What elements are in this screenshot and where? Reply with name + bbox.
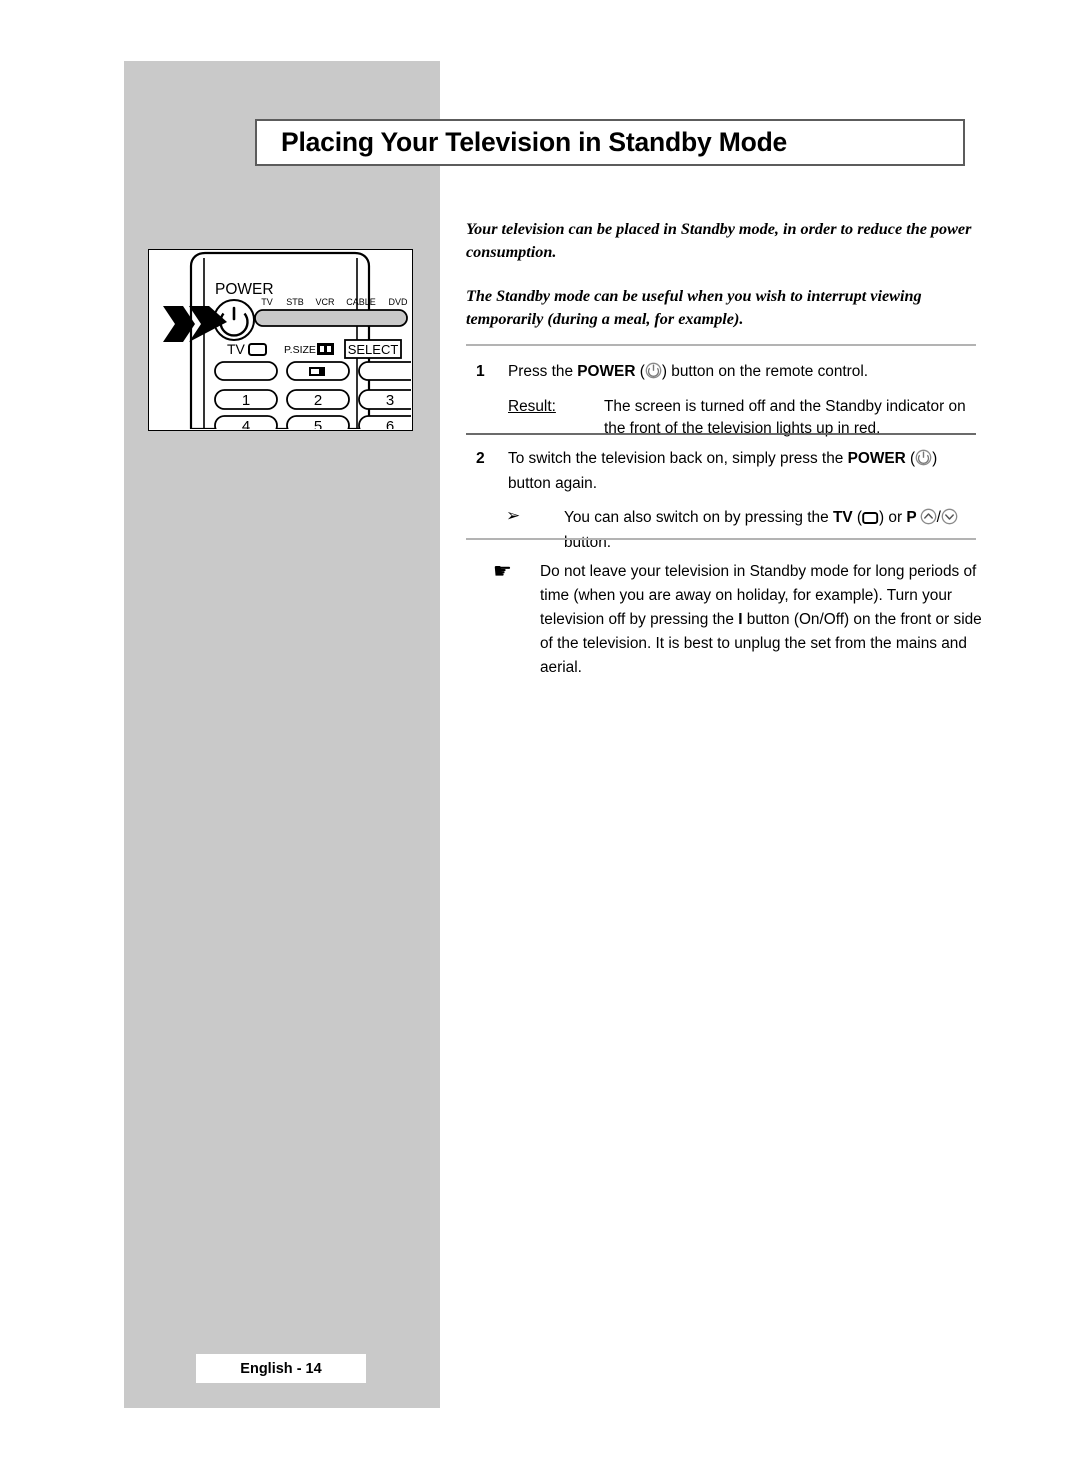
step-1-bold-term: POWER bbox=[577, 363, 636, 380]
page-footer: English - 14 bbox=[196, 1354, 366, 1383]
svg-text:STB: STB bbox=[286, 297, 304, 307]
step-1-result-label: Result: bbox=[508, 397, 556, 415]
intro-text: Your television can be placed in Standby… bbox=[466, 218, 976, 332]
divider-above-step-2 bbox=[466, 433, 976, 435]
step-1: 1 Press the POWER ( ) button on the remot… bbox=[466, 361, 978, 440]
step-1-text-after: ) button on the remote control. bbox=[661, 363, 869, 380]
step-1-paren-open: ( bbox=[635, 363, 645, 380]
step-2-bold-term: POWER bbox=[847, 450, 906, 467]
channel-down-icon bbox=[941, 508, 958, 532]
divider-above-step-1 bbox=[466, 344, 976, 346]
tv-icon bbox=[862, 510, 879, 532]
svg-text:5: 5 bbox=[314, 418, 322, 429]
step-2-sub-marker: ➢ bbox=[506, 505, 521, 525]
divider-above-note bbox=[466, 538, 976, 540]
power-icon bbox=[915, 449, 932, 473]
step-2-sub-text-2: ) or bbox=[879, 508, 907, 526]
intro-paragraph-1: Your television can be placed in Standby… bbox=[466, 220, 972, 262]
pointing-hand-icon: ☛ bbox=[493, 560, 512, 583]
step-2-sub-paren-open: ( bbox=[852, 508, 863, 526]
svg-text:3: 3 bbox=[386, 392, 394, 409]
step-2-sub-text: You can also switch on by pressing the T… bbox=[564, 507, 978, 554]
intro-paragraph-2: The Standby mode can be useful when you … bbox=[466, 286, 922, 329]
svg-text:4: 4 bbox=[242, 418, 250, 429]
step-2-sub-text-1: You can also switch on by pressing the bbox=[564, 508, 833, 526]
page-title: Placing Your Television in Standby Mode bbox=[281, 127, 788, 157]
step-1-text-before: Press the bbox=[508, 363, 578, 380]
svg-text:2: 2 bbox=[314, 392, 322, 409]
power-icon bbox=[645, 362, 662, 386]
remote-tv-icon bbox=[248, 343, 267, 356]
step-2-sub-text-3: button. bbox=[564, 533, 612, 551]
svg-text:CABLE: CABLE bbox=[346, 297, 376, 307]
svg-text:VCR: VCR bbox=[315, 297, 335, 307]
step-2-sub-bold-1: TV bbox=[832, 508, 853, 526]
step-2-sub-bold-2: P bbox=[906, 508, 917, 526]
remote-psize-button-icon bbox=[309, 367, 325, 376]
note-block: ☛ Do not leave your television in Standb… bbox=[493, 560, 983, 679]
step-1-text: Press the POWER ( ) button on the remote … bbox=[508, 361, 978, 386]
svg-text:6: 6 bbox=[386, 418, 394, 429]
remote-psize-label: P.SIZE bbox=[284, 344, 316, 356]
step-1-number: 1 bbox=[476, 363, 485, 380]
step-2-text-before: To switch the television back on, simply… bbox=[508, 450, 848, 467]
step-2-paren-open: ( bbox=[905, 450, 916, 467]
svg-text:TV: TV bbox=[261, 297, 273, 307]
remote-control-illustration: POWER TV STB VCR CABLE DVD TV P.SIZE SEL… bbox=[148, 249, 413, 431]
remote-tv-label: TV bbox=[227, 341, 246, 357]
svg-text:1: 1 bbox=[242, 392, 250, 409]
remote-select-label: SELECT bbox=[348, 342, 399, 357]
remote-power-label: POWER bbox=[215, 281, 274, 298]
note-text: Do not leave your television in Standby … bbox=[540, 560, 983, 679]
channel-up-icon bbox=[920, 508, 937, 532]
step-2-number: 2 bbox=[476, 450, 485, 467]
page-title-box: Placing Your Television in Standby Mode bbox=[255, 119, 965, 166]
remote-psize-icon bbox=[317, 343, 334, 355]
step-2-text: To switch the television back on, simply… bbox=[508, 448, 978, 495]
page-footer-label: English - 14 bbox=[240, 1360, 322, 1377]
svg-text:DVD: DVD bbox=[388, 297, 408, 307]
